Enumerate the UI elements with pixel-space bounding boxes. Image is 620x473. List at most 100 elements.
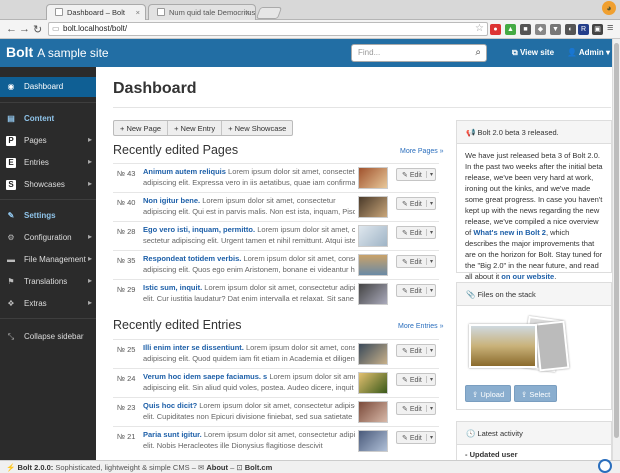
page-scrollbar[interactable] [612, 39, 620, 460]
new-tab-button[interactable] [255, 7, 283, 19]
record-title-link[interactable]: Respondeat totidem verbis. [143, 254, 241, 263]
search-input[interactable]: Find... ⌕ [351, 44, 487, 62]
search-icon[interactable]: ⌕ [475, 47, 481, 58]
record-title-link[interactable]: Istic sum, inquit. [143, 283, 202, 292]
close-tab-icon[interactable]: × [136, 8, 140, 17]
sidebar-item-dashboard[interactable]: ◉ Dashboard [0, 77, 96, 97]
record-thumbnail[interactable] [358, 372, 388, 394]
extension-green-icon[interactable]: ▲ [505, 24, 516, 35]
caret-down-icon[interactable]: ▾ [425, 376, 433, 383]
record-thumbnail[interactable] [358, 254, 388, 276]
chat-bubble-icon[interactable] [598, 459, 612, 473]
caret-down-icon[interactable]: ▾ [425, 229, 433, 236]
sidebar-item-entries[interactable]: E Entries ▸ [0, 153, 96, 173]
news-panel-header: 📢 Bolt 2.0 beta 3 released. [457, 121, 611, 144]
record-title-link[interactable]: Illi enim inter se dissentiunt. [143, 343, 244, 352]
extension-shield-icon[interactable]: ▼ [550, 24, 561, 35]
caret-down-icon[interactable]: ▾ [425, 347, 433, 354]
browser-tab-dashboard[interactable]: Dashboard – Bolt × [46, 4, 146, 20]
url-field[interactable]: ▭ bolt.localhost/bolt/ ☆ [48, 22, 488, 36]
scrollbar-thumb[interactable] [614, 43, 619, 438]
back-icon[interactable]: ← [6, 23, 17, 35]
boltcm-link[interactable]: Bolt.cm [245, 463, 273, 472]
about-link[interactable]: About [206, 463, 228, 472]
edit-button[interactable]: ✎ Edit ▾ [396, 197, 436, 210]
user-menu-button[interactable]: 👤 Admin ▾ [567, 48, 610, 57]
upload-button[interactable]: ⇪ Upload [465, 385, 512, 402]
record-title-link[interactable]: Paria sunt igitur. [143, 430, 202, 439]
view-site-button[interactable]: ⧉ View site [512, 48, 554, 58]
list-item[interactable]: № 35 Respondeat totidem verbis. Lorem ips… [113, 250, 439, 279]
record-thumbnail[interactable] [358, 430, 388, 452]
whats-new-link[interactable]: What's new in Bolt 2 [473, 228, 546, 237]
new-showcase-button[interactable]: + New Showcase [222, 121, 292, 135]
sidebar-section-settings[interactable]: ✎ Settings [0, 206, 96, 226]
sidebar-item-extras[interactable]: ❖ Extras ▸ [0, 294, 96, 314]
record-thumbnail[interactable] [358, 401, 388, 423]
list-item[interactable]: № 29 Istic sum, inquit. Lorem ipsum dolor… [113, 279, 439, 308]
edit-button[interactable]: ✎ Edit ▾ [396, 431, 436, 444]
bookmark-star-icon[interactable]: ☆ [475, 23, 484, 34]
record-title-link[interactable]: Animum autem reliquis [143, 167, 226, 176]
brand[interactable]: Bolt A sample site [6, 44, 109, 60]
list-item[interactable]: № 40 Non igitur bene. Lorem ipsum dolor s… [113, 192, 439, 221]
list-item[interactable]: № 24 Verum hoc idem saepe faciamus. s Lor… [113, 368, 439, 397]
extension-mask-icon[interactable]: ◐ [565, 24, 576, 35]
extension-gray-icon[interactable]: ◆ [535, 24, 546, 35]
extension-dark-icon[interactable]: ■ [520, 24, 531, 35]
select-button[interactable]: ⇪ Select [514, 385, 558, 402]
list-item[interactable]: № 28 Ego vero isti, inquam, permitto. Lor… [113, 221, 439, 250]
sidebar: ◉ Dashboard ▤ Content P Pages ▸ E Entrie… [0, 67, 96, 462]
user-avatar-icon[interactable]: ◕ [602, 1, 616, 15]
record-title-link[interactable]: Quis hoc dicit? [143, 401, 197, 410]
forward-icon[interactable]: → [19, 23, 30, 35]
browser-tab-num-quid[interactable]: Num quid tale Democritus × [148, 4, 256, 20]
extension-r-icon[interactable]: R [578, 24, 589, 35]
new-entry-button[interactable]: + New Entry [168, 121, 223, 135]
list-item[interactable]: № 21 Paria sunt igitur. Lorem ipsum dolor… [113, 426, 439, 455]
edit-button[interactable]: ✎ Edit ▾ [396, 226, 436, 239]
sidebar-item-translations[interactable]: ⚑ Translations ▸ [0, 272, 96, 292]
record-title-link[interactable]: Non igitur bene. [143, 196, 200, 205]
sidebar-item-configuration[interactable]: ⚙ Configuration ▸ [0, 228, 96, 248]
sidebar-item-file-management[interactable]: ▬ File Management ▸ [0, 250, 96, 270]
list-item[interactable]: № 43 Animum autem reliquis Lorem ipsum do… [113, 163, 439, 192]
caret-down-icon[interactable]: ▾ [425, 405, 433, 412]
caret-down-icon[interactable]: ▾ [425, 171, 433, 178]
list-item[interactable]: № 23 Quis hoc dicit? Lorem ipsum dolor si… [113, 397, 439, 426]
news-text: . [554, 272, 557, 281]
edit-button[interactable]: ✎ Edit ▾ [396, 373, 436, 386]
website-link[interactable]: on our website [501, 272, 554, 281]
sidebar-collapse-button[interactable]: ⤡ Collapse sidebar [0, 327, 96, 347]
record-thumbnail[interactable] [358, 343, 388, 365]
reload-icon[interactable]: ↻ [33, 23, 42, 36]
caret-down-icon[interactable]: ▾ [425, 200, 433, 207]
record-thumbnail[interactable] [358, 283, 388, 305]
caret-down-icon[interactable]: ▾ [425, 434, 433, 441]
edit-button[interactable]: ✎ Edit ▾ [396, 168, 436, 181]
more-entries-link[interactable]: More Entries » [398, 323, 444, 330]
more-pages-link[interactable]: More Pages » [400, 148, 444, 155]
edit-button[interactable]: ✎ Edit ▾ [396, 402, 436, 415]
edit-button[interactable]: ✎ Edit ▾ [396, 255, 436, 268]
sidebar-item-showcases[interactable]: S Showcases ▸ [0, 175, 96, 195]
edit-button[interactable]: ✎ Edit ▾ [396, 344, 436, 357]
record-title-link[interactable]: Verum hoc idem saepe faciamus. s [143, 372, 267, 381]
caret-down-icon[interactable]: ▾ [425, 287, 433, 294]
list-item[interactable]: № 25 Illi enim inter se dissentiunt. Lore… [113, 339, 439, 368]
stack-thumbnails[interactable] [467, 314, 599, 376]
extension-box-icon[interactable]: ▣ [592, 24, 603, 35]
caret-down-icon[interactable]: ▾ [425, 258, 433, 265]
record-title-link[interactable]: Ego vero isti, inquam, permitto. [143, 225, 255, 234]
new-page-button[interactable]: + New Page [114, 121, 169, 135]
close-tab-icon[interactable]: × [246, 8, 250, 17]
record-title: Verum hoc idem saepe faciamus. s Lorem i… [143, 372, 355, 381]
sidebar-item-pages[interactable]: P Pages ▸ [0, 131, 96, 151]
record-thumbnail[interactable] [358, 196, 388, 218]
browser-menu-icon[interactable]: ≡ [607, 22, 613, 34]
extension-stop-icon[interactable]: ● [490, 24, 501, 35]
sidebar-section-content[interactable]: ▤ Content [0, 109, 96, 129]
edit-button[interactable]: ✎ Edit ▾ [396, 284, 436, 297]
record-thumbnail[interactable] [358, 167, 388, 189]
record-thumbnail[interactable] [358, 225, 388, 247]
